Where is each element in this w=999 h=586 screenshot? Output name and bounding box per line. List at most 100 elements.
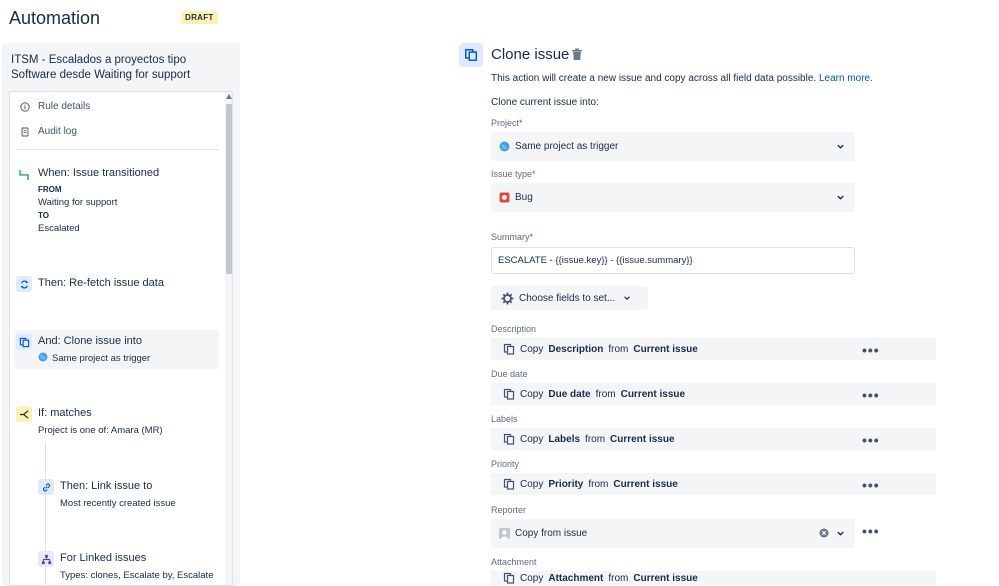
step-clone[interactable]: And: Clone issue into Same project as tr… xyxy=(14,330,219,369)
chevron-down-icon xyxy=(623,294,631,302)
nav-rule-details[interactable]: Rule details xyxy=(20,101,90,112)
clone-action-icon xyxy=(459,43,483,67)
step-trigger-from-value: Waiting for support xyxy=(38,197,118,208)
globe-icon xyxy=(38,352,48,365)
step-link-title: Then: Link issue to xyxy=(60,480,153,492)
scrollbar[interactable] xyxy=(225,92,232,585)
reporter-more-button[interactable]: ••• xyxy=(862,524,880,538)
chevron-down-icon xyxy=(836,193,845,205)
description-text: This action will create a new issue and … xyxy=(491,73,817,84)
copy-word: Copy xyxy=(520,572,544,584)
copy-word: Copy xyxy=(520,343,544,355)
link-icon xyxy=(38,479,54,495)
page-title: Automation xyxy=(9,8,101,28)
copy-icon xyxy=(503,343,515,355)
copy-field-name: Labels xyxy=(548,433,581,445)
step-linked-issues[interactable]: For Linked issues Types: clones, Escalat… xyxy=(36,550,232,584)
copy-row-more-button[interactable]: ••• xyxy=(862,343,880,357)
copy-field-source: Current issue xyxy=(610,433,675,445)
summary-label: Summary* xyxy=(491,232,534,242)
copy-word: Copy xyxy=(520,478,544,490)
copy-row-more-button[interactable]: ••• xyxy=(862,433,880,447)
action-description: This action will create a new issue and … xyxy=(491,73,873,84)
copy-field-name: Priority xyxy=(548,478,584,490)
step-condition-sub: Project is one of: Amara (MR) xyxy=(38,425,163,436)
copy-word: Copy xyxy=(520,388,544,400)
step-clone-target: Same project as trigger xyxy=(38,352,150,365)
branch-icon xyxy=(16,406,32,422)
from-word: from xyxy=(608,343,629,355)
rule-panel: ITSM - Escalados a proyectos tipo Softwa… xyxy=(2,43,240,586)
copy-row-more-button[interactable]: ••• xyxy=(862,478,880,492)
copy-field-label: Description xyxy=(491,324,537,334)
copy-field-label: Attachment xyxy=(491,557,537,567)
step-trigger[interactable]: When: Issue transitioned FROM Waiting fo… xyxy=(14,164,219,236)
issue-type-select[interactable]: Bug xyxy=(491,183,855,212)
from-word: from xyxy=(588,478,609,490)
issue-type-label: Issue type* xyxy=(491,169,536,179)
step-refetch[interactable]: Then: Re-fetch issue data xyxy=(14,274,219,294)
copy-field-name: Due date xyxy=(548,388,591,400)
reporter-select[interactable]: Copy from issue xyxy=(491,519,855,548)
rule-name: ITSM - Escalados a proyectos tipo Softwa… xyxy=(11,54,191,81)
choose-fields-label: Choose fields to set... xyxy=(519,292,616,304)
action-title: Clone issue xyxy=(491,46,570,63)
scroll-thumb[interactable] xyxy=(226,104,232,274)
nav-rule-details-label: Rule details xyxy=(38,101,91,112)
copy-field-name: Attachment xyxy=(548,572,604,584)
copy-field-source: Current issue xyxy=(613,478,678,490)
step-clone-sub: Same project as trigger xyxy=(52,353,151,364)
info-icon xyxy=(20,101,30,112)
divider xyxy=(16,149,219,150)
copy-field-label: Labels xyxy=(491,414,518,424)
step-linked-title: For Linked issues xyxy=(60,552,147,564)
chevron-down-icon xyxy=(836,142,845,154)
copy-icon xyxy=(503,433,515,445)
step-linked-sub: Types: clones, Escalate by, Escalate xyxy=(60,570,214,581)
trash-icon[interactable] xyxy=(571,48,583,66)
copy-field-row[interactable]: Copy Attachment from Current issue xyxy=(491,571,936,585)
clear-icon[interactable] xyxy=(819,528,829,541)
project-label: Project* xyxy=(491,118,523,128)
step-trigger-to-value: Escalated xyxy=(38,223,80,234)
step-link-sub: Most recently created issue xyxy=(60,498,176,509)
chevron-down-icon xyxy=(836,529,845,541)
step-clone-title: And: Clone issue into xyxy=(38,335,142,347)
learn-more-link[interactable]: Learn more. xyxy=(819,73,873,84)
step-link[interactable]: Then: Link issue to Most recently create… xyxy=(36,478,232,512)
from-word: from xyxy=(585,433,606,445)
hierarchy-icon xyxy=(38,551,54,567)
rule-steps-container: Rule details Audit log When: Issue trans… xyxy=(9,91,233,586)
copy-icon xyxy=(503,478,515,490)
reporter-label: Reporter xyxy=(491,505,527,515)
transition-icon xyxy=(16,167,32,183)
step-condition[interactable]: If: matches Project is one of: Amara (MR… xyxy=(14,405,219,439)
draft-badge: DRAFT xyxy=(181,11,218,24)
step-trigger-to-label: TO xyxy=(38,211,49,220)
reporter-value: Copy from issue xyxy=(515,528,588,539)
copy-row-more-button[interactable]: ••• xyxy=(862,388,880,402)
copy-field-source: Current issue xyxy=(633,343,698,355)
globe-icon xyxy=(499,141,510,152)
clone-icon xyxy=(16,334,32,350)
refresh-icon xyxy=(16,276,32,292)
user-avatar-icon xyxy=(499,528,510,539)
project-select-value: Same project as trigger xyxy=(515,141,619,152)
step-trigger-from-label: FROM xyxy=(38,185,62,194)
step-condition-title: If: matches xyxy=(38,407,92,419)
document-icon xyxy=(20,127,30,137)
step-trigger-title: When: Issue transitioned xyxy=(38,167,160,179)
clone-into-label: Clone current issue into: xyxy=(491,97,599,108)
copy-field-label: Priority xyxy=(491,459,520,469)
scroll-up-arrow[interactable] xyxy=(226,94,232,99)
summary-input[interactable]: ESCALATE - {{issue.key}} - {{issue.summa… xyxy=(491,247,855,274)
nav-audit-log[interactable]: Audit log xyxy=(20,126,77,137)
project-select[interactable]: Same project as trigger xyxy=(491,132,855,161)
issue-type-value: Bug xyxy=(515,192,533,203)
copy-word: Copy xyxy=(520,433,544,445)
copy-icon xyxy=(503,572,515,584)
choose-fields-button[interactable]: Choose fields to set... xyxy=(491,286,648,310)
bug-icon xyxy=(499,192,510,203)
nav-audit-log-label: Audit log xyxy=(38,126,77,137)
copy-field-source: Current issue xyxy=(633,572,698,584)
